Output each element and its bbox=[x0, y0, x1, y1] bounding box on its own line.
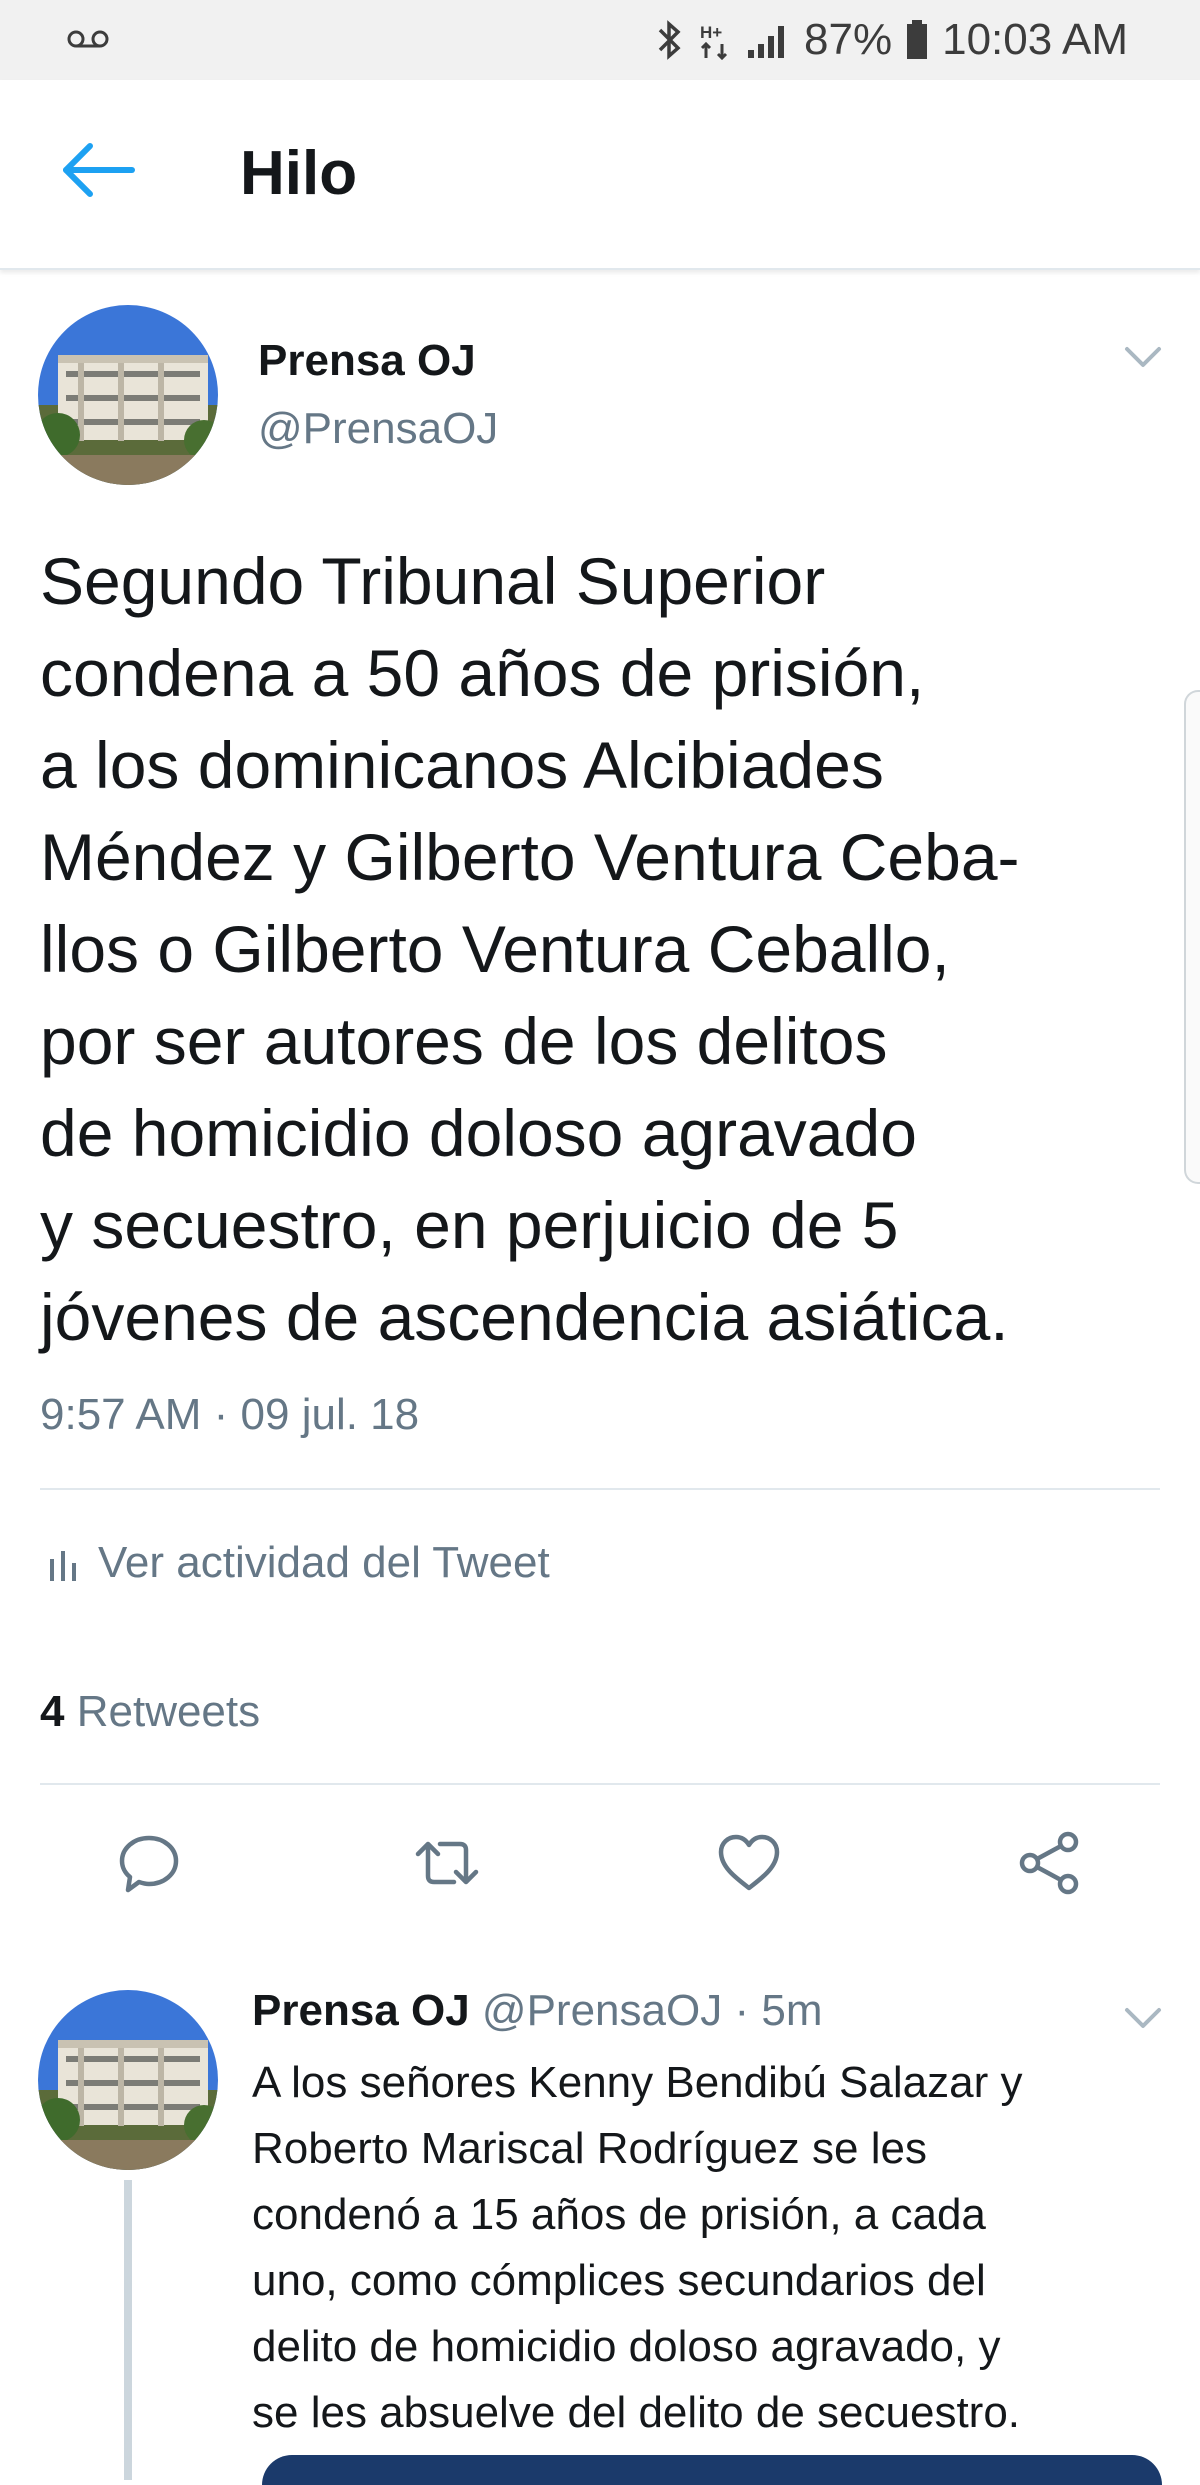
bluetooth-icon bbox=[658, 20, 681, 60]
page-title: Hilo bbox=[240, 139, 358, 208]
divider bbox=[40, 1783, 1160, 1785]
author-name[interactable]: Prensa OJ bbox=[258, 336, 476, 386]
reply-icon[interactable] bbox=[116, 1830, 182, 1896]
chevron-down-icon[interactable] bbox=[1124, 2006, 1162, 2030]
svg-text:H+: H+ bbox=[700, 23, 722, 42]
clock: 10:03 AM bbox=[942, 15, 1128, 64]
retweet-number: 4 bbox=[40, 1687, 65, 1736]
hplus-data-icon: H+ bbox=[700, 23, 728, 60]
thread-line bbox=[124, 2180, 132, 2480]
analytics-icon bbox=[50, 1551, 76, 1581]
side-panel-handle[interactable] bbox=[1184, 690, 1200, 1184]
tweet-activity-link[interactable]: Ver actividad del Tweet bbox=[48, 1538, 550, 1588]
retweet-label: Retweets bbox=[76, 1687, 261, 1736]
battery-percentage: 87% bbox=[804, 15, 893, 64]
signal-icon bbox=[748, 26, 785, 58]
avatar[interactable] bbox=[38, 305, 218, 485]
battery-icon bbox=[907, 20, 928, 59]
voicemail-icon bbox=[67, 30, 109, 48]
tweet-timestamp: 9:57 AM · 09 jul. 18 bbox=[40, 1390, 420, 1439]
retweet-count[interactable]: 4 Retweets bbox=[40, 1687, 260, 1737]
reply-avatar[interactable] bbox=[38, 1990, 218, 2170]
reply-text: A los señores Kenny Bendibú Salazar y Ro… bbox=[252, 2058, 1023, 2437]
divider bbox=[40, 1488, 1160, 1490]
activity-label: Ver actividad del Tweet bbox=[98, 1538, 550, 1587]
status-bar: H+ 87% 10:03 AM bbox=[0, 0, 1200, 80]
app-bar: Hilo bbox=[0, 80, 1200, 270]
tweet-text: Segundo Tribunal Superior condena a 50 a… bbox=[40, 544, 1020, 1354]
reply-author-name[interactable]: Prensa OJ bbox=[252, 1986, 470, 2035]
chevron-down-icon[interactable] bbox=[1124, 345, 1162, 369]
reply-author-handle[interactable]: @PrensaOJ bbox=[482, 1986, 722, 2035]
reply-age: · 5m bbox=[734, 1986, 823, 2035]
reply-header[interactable]: Prensa OJ @PrensaOJ · 5m bbox=[252, 1986, 822, 2036]
like-icon[interactable] bbox=[716, 1830, 782, 1896]
retweet-icon[interactable] bbox=[414, 1830, 480, 1896]
back-arrow-icon[interactable] bbox=[60, 142, 136, 198]
share-icon[interactable] bbox=[1016, 1830, 1082, 1896]
media-card-edge[interactable] bbox=[262, 2455, 1162, 2485]
author-handle[interactable]: @PrensaOJ bbox=[258, 404, 498, 454]
